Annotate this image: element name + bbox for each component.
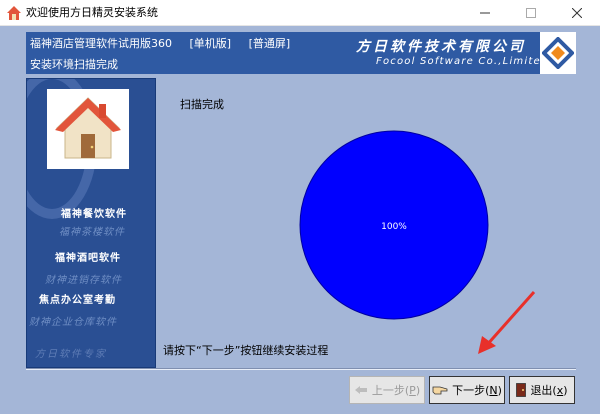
product-sidebar: 福神餐饮软件 福神茶楼软件 福神酒吧软件 财神进销存软件 焦点办公室考勤 财神企… — [26, 78, 156, 368]
button-separator — [26, 368, 576, 370]
maximize-icon — [526, 8, 536, 18]
annotation-arrow — [478, 291, 536, 354]
prev-button-hotkey: P — [409, 384, 416, 397]
progress-percent: 100% — [381, 222, 407, 232]
sidebar-item-teahouse[interactable]: 福神茶楼软件 — [59, 223, 125, 238]
exit-button-label: 退出( — [530, 384, 557, 397]
sidebar-item-warehouse[interactable]: 财神企业仓库软件 — [29, 313, 117, 328]
close-icon — [572, 8, 582, 18]
header-banner: 福神酒店管理软件试用版360 [单机版] [普通屏] 安装环境扫描完成 方日软件… — [26, 32, 576, 74]
minimize-icon — [480, 12, 490, 14]
prev-button-close: ) — [415, 384, 421, 397]
house-image — [47, 89, 129, 169]
screen-label: [普通屏] — [248, 37, 291, 50]
house-icon — [55, 97, 121, 159]
mode-label: [单机版] — [189, 37, 232, 50]
pointing-hand-icon — [432, 386, 448, 395]
exit-button-close: ) — [563, 384, 568, 397]
prev-button-label: 上一步( — [371, 384, 410, 397]
sidebar-item-inventory[interactable]: 财神进销存软件 — [45, 271, 122, 286]
window-title: 欢迎使用方日精灵安装系统 — [26, 6, 158, 19]
sidebar-item-bar[interactable]: 福神酒吧软件 — [55, 249, 121, 264]
next-button[interactable]: 下一步(N) — [429, 376, 505, 404]
next-button-label: 下一步( — [452, 384, 490, 397]
prev-button[interactable]: 上一步(P) — [349, 376, 425, 404]
sidebar-motto: 方日软件专家 — [35, 349, 107, 360]
company-name-cn: 方日软件技术有限公司 — [356, 39, 526, 55]
next-button-close: ) — [497, 384, 502, 397]
back-hand-icon — [354, 386, 367, 394]
product-name: 福神酒店管理软件试用版360 — [30, 37, 172, 50]
instruction-text: 请按下“下一步”按钮继续安装过程 — [163, 344, 329, 357]
window-titlebar: 欢迎使用方日精灵安装系统 — [0, 0, 600, 26]
scan-progress-pie: 100% — [299, 130, 489, 320]
app-house-icon — [7, 6, 21, 20]
maximize-button[interactable] — [508, 0, 554, 26]
exit-button[interactable]: 退出(x) — [509, 376, 575, 404]
install-status: 安装环境扫描完成 — [30, 58, 118, 71]
minimize-button[interactable] — [462, 0, 508, 26]
installer-client-area: 福神酒店管理软件试用版360 [单机版] [普通屏] 安装环境扫描完成 方日软件… — [0, 26, 600, 414]
sidebar-item-catering[interactable]: 福神餐饮软件 — [61, 205, 127, 220]
diamond-logo-icon — [542, 37, 574, 69]
sidebar-item-attendance[interactable]: 焦点办公室考勤 — [39, 291, 116, 306]
scan-complete-label: 扫描完成 — [180, 98, 224, 111]
close-button[interactable] — [554, 0, 600, 26]
next-button-hotkey: N — [489, 384, 498, 397]
company-name-en: Focool Software Co.,Limited — [376, 56, 549, 67]
company-logo — [540, 32, 576, 74]
edition-line: 福神酒店管理软件试用版360 [单机版] [普通屏] — [30, 35, 304, 51]
door-exit-icon — [516, 383, 527, 397]
